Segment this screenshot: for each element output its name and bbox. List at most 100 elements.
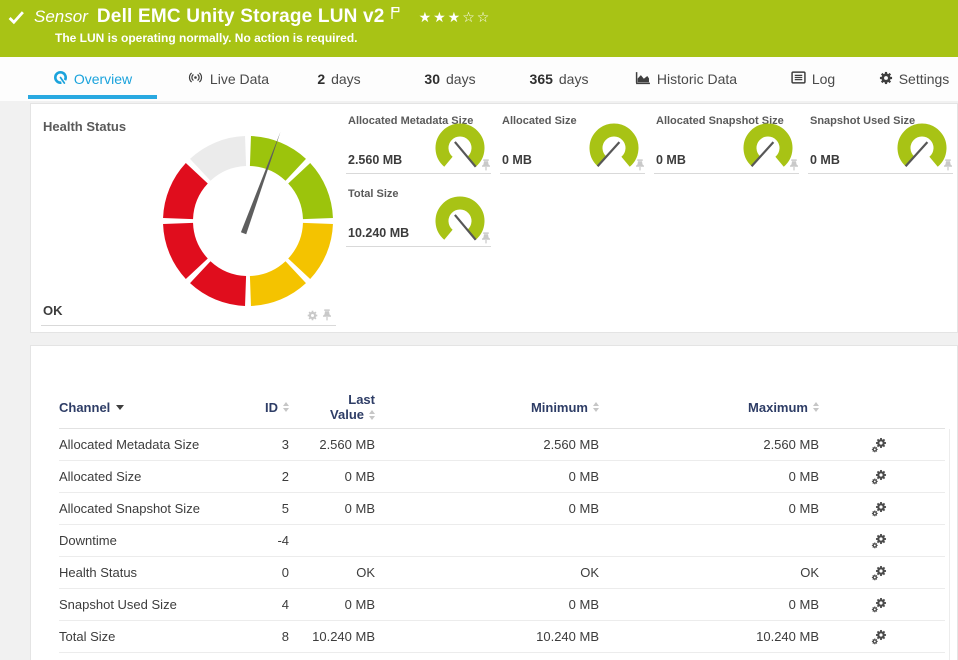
channel-name: Allocated Size [59, 469, 142, 484]
channel-id: 0 [281, 565, 289, 580]
pin-icon[interactable] [481, 159, 491, 171]
tab-30-days[interactable]: 30 days [416, 57, 484, 101]
channel-row[interactable]: Allocated Metadata Size 3 2.560 MB 2.560… [59, 429, 945, 461]
sensor-header: Sensor Dell EMC Unity Storage LUN v2 ★★★… [0, 0, 958, 57]
tab-log[interactable]: Log [786, 57, 840, 101]
channel-settings-gears-icon[interactable] [871, 501, 887, 517]
channel-minimum: OK [580, 565, 599, 580]
tab-2-days[interactable]: 2 days [308, 57, 370, 101]
channel-minimum: 10.240 MB [536, 629, 599, 644]
gauge-value: 0 MB [810, 153, 840, 167]
gauge-value: 10.240 MB [348, 226, 410, 240]
health-status-value: OK [43, 303, 63, 318]
gauges-card: Health Status OK Allocated Metadata Size… [30, 103, 958, 333]
column-header-minimum[interactable]: Minimum [375, 400, 599, 415]
column-header-maximum[interactable]: Maximum [599, 400, 819, 415]
prtg-sensor-page: { "colors": { "header_bg": "#a8c315", "a… [0, 0, 958, 660]
channel-last-value: 0 MB [344, 597, 375, 612]
pin-icon[interactable] [322, 309, 332, 321]
tab-label: Live Data [209, 71, 270, 87]
table-header-row: Channel ID Last Value Minimum Maximum [59, 386, 945, 429]
channel-name: Allocated Metadata Size [59, 437, 200, 452]
gauge-value: 0 MB [656, 153, 686, 167]
tab-label: Settings [898, 71, 950, 87]
pin-icon[interactable] [789, 159, 799, 171]
sort-desc-icon [116, 404, 125, 410]
channel-name: Downtime [59, 533, 117, 548]
pin-icon[interactable] [943, 159, 953, 171]
tab-overview[interactable]: Overview [28, 57, 157, 101]
tab-label: Overview [73, 71, 133, 87]
broadcast-icon [187, 71, 204, 87]
mini-gauge-panel: Total Size 10.240 MB [346, 187, 491, 247]
table-right-divider [949, 429, 950, 660]
gauge-title: Total Size [348, 188, 399, 200]
mini-gauge-panel: Allocated Metadata Size 2.560 MB [346, 114, 491, 174]
channel-maximum: OK [800, 565, 819, 580]
channel-minimum: 2.560 MB [543, 437, 599, 452]
gear-icon[interactable] [307, 310, 318, 321]
channel-row[interactable]: Allocated Size 2 0 MB 0 MB 0 MB [59, 461, 945, 493]
priority-stars[interactable]: ★★★☆☆ [419, 9, 492, 26]
tab-label: Historic Data [656, 71, 738, 87]
channel-row[interactable]: Total Size 8 10.240 MB 10.240 MB 10.240 … [59, 621, 945, 653]
channel-maximum: 10.240 MB [756, 629, 819, 644]
channel-settings-gears-icon[interactable] [871, 629, 887, 645]
channel-id: 4 [281, 597, 289, 612]
mini-gauge-panel: Snapshot Used Size 0 MB [808, 114, 953, 174]
channel-minimum: 0 MB [568, 597, 599, 612]
mini-gauge-panel: Allocated Snapshot Size 0 MB [654, 114, 799, 174]
channel-row[interactable]: Snapshot Used Size 4 0 MB 0 MB 0 MB [59, 589, 945, 621]
panel-title: Health Status [43, 119, 127, 134]
sort-icon[interactable] [813, 402, 819, 412]
sensor-status-message: The LUN is operating normally. No action… [55, 31, 358, 45]
tab-label: Log [811, 71, 836, 87]
status-ok-check-icon [8, 10, 25, 25]
channel-maximum: 2.560 MB [763, 437, 819, 452]
health-status-gauge [153, 126, 343, 316]
pin-icon[interactable] [481, 232, 491, 244]
active-tab-underline [28, 95, 157, 99]
channel-row[interactable]: Downtime -4 [59, 525, 945, 557]
channel-maximum: 0 MB [788, 501, 819, 516]
tab-live-data[interactable]: Live Data [178, 57, 278, 101]
pin-icon[interactable] [635, 159, 645, 171]
channels-table-card: Channel ID Last Value Minimum Maximum Al… [30, 345, 958, 660]
channel-last-value: 0 MB [344, 501, 375, 516]
channel-minimum: 0 MB [568, 469, 599, 484]
flag-icon[interactable] [390, 6, 401, 20]
column-header-id[interactable]: ID [239, 400, 289, 415]
channel-maximum: 0 MB [788, 597, 819, 612]
channel-name: Allocated Snapshot Size [59, 501, 200, 516]
channel-settings-gears-icon[interactable] [871, 437, 887, 453]
channel-settings-gears-icon[interactable] [871, 533, 887, 549]
mini-gauge-grid: Allocated Metadata Size 2.560 MB Allocat… [346, 114, 953, 247]
channel-last-value: 0 MB [344, 469, 375, 484]
table-body: Allocated Metadata Size 3 2.560 MB 2.560… [59, 429, 945, 653]
mini-gauge-panel: Allocated Size 0 MB [500, 114, 645, 174]
object-kind-label: Sensor [34, 7, 88, 26]
channel-id: 3 [281, 437, 289, 452]
column-header-channel[interactable]: Channel [59, 400, 239, 415]
channel-last-value: OK [356, 565, 375, 580]
channel-last-value: 10.240 MB [312, 629, 375, 644]
gauge-icon [53, 70, 68, 88]
channel-row[interactable]: Health Status 0 OK OK OK [59, 557, 945, 589]
channel-name: Health Status [59, 565, 138, 580]
tab-settings[interactable]: Settings [876, 57, 952, 101]
channel-row[interactable]: Allocated Snapshot Size 5 0 MB 0 MB 0 MB [59, 493, 945, 525]
channel-minimum: 0 MB [568, 501, 599, 516]
channel-id: 5 [281, 501, 289, 516]
gauge-value: 2.560 MB [348, 153, 403, 167]
channel-id: 8 [281, 629, 289, 644]
area-chart-icon [635, 71, 651, 88]
tab-bar: Overview Live Data 2 days 30 days 365 days … [0, 57, 958, 101]
channel-maximum: 0 MB [788, 469, 819, 484]
channel-settings-gears-icon[interactable] [871, 597, 887, 613]
column-header-last-value[interactable]: Last Value [289, 392, 375, 422]
tab-365-days[interactable]: 365 days [520, 57, 598, 101]
channel-settings-gears-icon[interactable] [871, 469, 887, 485]
gauge-value: 0 MB [502, 153, 532, 167]
channel-settings-gears-icon[interactable] [871, 565, 887, 581]
tab-historic-data[interactable]: Historic Data [628, 57, 744, 101]
